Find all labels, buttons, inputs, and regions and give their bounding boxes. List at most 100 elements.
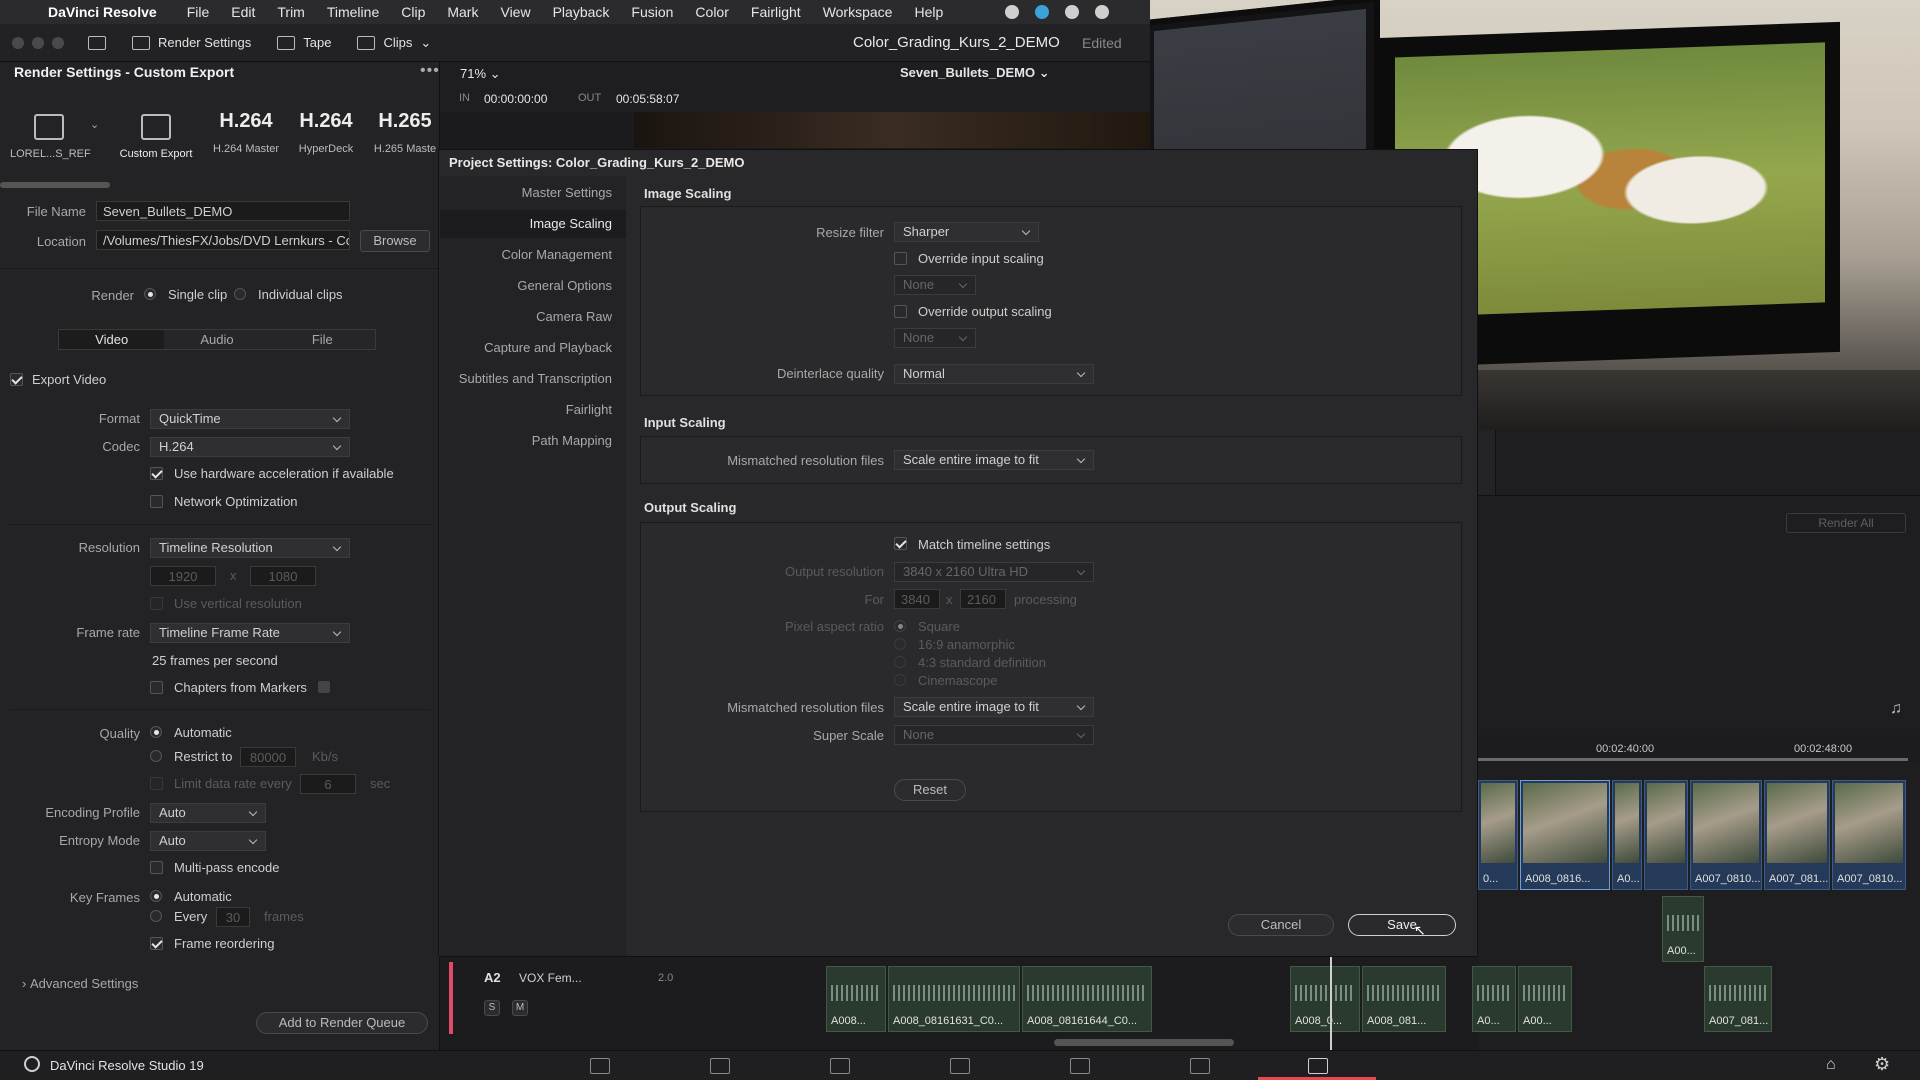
preset-h264-master[interactable]: H.264 H.264 Master — [208, 110, 284, 155]
advanced-settings-toggle[interactable]: › Advanced Settings — [22, 976, 138, 991]
override-output-dropdown[interactable]: None — [894, 328, 976, 348]
menu-file[interactable]: File — [187, 4, 210, 20]
minimize-window-icon[interactable] — [32, 36, 44, 49]
file-name-input[interactable]: Seven_Bullets_DEMO — [96, 201, 350, 221]
nav-color-management[interactable]: Color Management — [440, 241, 626, 269]
gear-icon[interactable]: ⚙ — [1874, 1054, 1890, 1075]
menu-mark[interactable]: Mark — [447, 4, 478, 20]
playhead[interactable] — [1330, 950, 1332, 1050]
quality-automatic-radio[interactable] — [150, 726, 162, 738]
vertical-resolution-checkbox[interactable] — [150, 597, 163, 610]
hw-accel-checkbox[interactable] — [150, 467, 163, 480]
chevron-down-icon[interactable]: ⌄ — [90, 118, 99, 131]
encoding-profile-dropdown[interactable]: Auto — [150, 803, 266, 823]
par-sd-radio[interactable] — [894, 656, 906, 668]
save-button[interactable]: Save — [1348, 914, 1456, 936]
video-clip[interactable] — [1644, 780, 1688, 890]
preset-scrollbar[interactable] — [0, 182, 110, 188]
audio-clip[interactable]: A008_08161631_C0... — [888, 966, 1020, 1032]
preset-hyperdeck[interactable]: H.264 HyperDeck — [290, 110, 362, 155]
chapters-checkbox[interactable] — [150, 681, 163, 694]
menu-edit[interactable]: Edit — [231, 4, 255, 20]
limit-rate-checkbox[interactable] — [150, 777, 163, 790]
nav-path-mapping[interactable]: Path Mapping — [440, 427, 626, 455]
nav-general-options[interactable]: General Options — [440, 272, 626, 300]
menu-workspace[interactable]: Workspace — [823, 4, 893, 20]
frame-rate-dropdown[interactable]: Timeline Frame Rate — [150, 623, 350, 643]
nav-image-scaling[interactable]: Image Scaling — [440, 210, 626, 238]
reset-button[interactable]: Reset — [894, 779, 966, 801]
nav-subtitles-transcription[interactable]: Subtitles and Transcription — [440, 365, 626, 393]
search-icon[interactable] — [1035, 5, 1050, 19]
codec-dropdown[interactable]: H.264 — [150, 437, 350, 457]
limit-value-input[interactable]: 6 — [300, 774, 356, 794]
menu-view[interactable]: View — [500, 4, 530, 20]
frame-reordering-checkbox[interactable] — [150, 937, 163, 950]
preset-lorel[interactable]: LOREL...S_REF — [10, 110, 91, 160]
output-resolution-dropdown[interactable]: 3840 x 2160 Ultra HD — [894, 562, 1094, 582]
solo-button[interactable]: S — [484, 1000, 500, 1016]
color-page-icon[interactable] — [1070, 1058, 1090, 1074]
preset-h265-master[interactable]: H.265 H.265 Maste — [370, 110, 440, 155]
menu-color[interactable]: Color — [695, 4, 728, 20]
audio-clip[interactable]: A0... — [1472, 966, 1516, 1032]
fusion-page-icon[interactable] — [950, 1058, 970, 1074]
tab-file[interactable]: File — [269, 330, 375, 349]
fairlight-page-icon[interactable] — [1190, 1058, 1210, 1074]
resize-filter-dropdown[interactable]: Sharper — [894, 222, 1039, 242]
input-mismatched-dropdown[interactable]: Scale entire image to fit — [894, 450, 1094, 470]
entropy-mode-dropdown[interactable]: Auto — [150, 831, 266, 851]
for-height-input[interactable]: 2160 — [960, 589, 1006, 609]
deinterlace-dropdown[interactable]: Normal — [894, 364, 1094, 384]
restrict-value-input[interactable]: 80000 — [240, 747, 296, 767]
video-clip[interactable]: 0... — [1478, 780, 1518, 890]
menu-playback[interactable]: Playback — [553, 4, 610, 20]
resolution-dropdown[interactable]: Timeline Resolution — [150, 538, 350, 558]
menu-fairlight[interactable]: Fairlight — [751, 4, 801, 20]
close-window-icon[interactable] — [12, 36, 24, 49]
menu-fusion[interactable]: Fusion — [631, 4, 673, 20]
video-clip[interactable]: A0... — [1612, 780, 1642, 890]
override-input-dropdown[interactable]: None — [894, 275, 976, 295]
video-clip[interactable]: A007_081... — [1764, 780, 1830, 890]
audio-clip[interactable]: A00... — [1662, 896, 1704, 962]
menu-clip[interactable]: Clip — [401, 4, 425, 20]
browse-button[interactable]: Browse — [360, 230, 430, 252]
multipass-checkbox[interactable] — [150, 861, 163, 874]
clips-button[interactable]: Clips ⌄ — [357, 35, 431, 51]
cut-page-icon[interactable] — [710, 1058, 730, 1074]
edit-page-icon[interactable] — [830, 1058, 850, 1074]
audio-clip[interactable]: A008... — [826, 966, 886, 1032]
add-to-render-queue-button[interactable]: Add to Render Queue — [256, 1012, 428, 1034]
send-icon[interactable] — [1095, 5, 1110, 19]
override-input-checkbox[interactable] — [894, 252, 907, 265]
nav-fairlight[interactable]: Fairlight — [440, 396, 626, 424]
render-all-button[interactable]: Render All — [1786, 513, 1906, 533]
nav-capture-playback[interactable]: Capture and Playback — [440, 334, 626, 362]
marker-color-icon[interactable] — [318, 681, 330, 693]
par-cinemascope-radio[interactable] — [894, 674, 906, 686]
individual-clips-radio[interactable] — [234, 288, 246, 300]
par-anamorphic-radio[interactable] — [894, 638, 906, 650]
keyframes-automatic-radio[interactable] — [150, 890, 162, 902]
music-note-icon[interactable]: ♫ — [1890, 700, 1902, 718]
menu-timeline[interactable]: Timeline — [327, 4, 379, 20]
video-clip[interactable]: A007_0810... — [1832, 780, 1906, 890]
preset-custom-export[interactable]: Custom Export — [112, 110, 200, 160]
timeline-selector[interactable]: Seven_Bullets_DEMO ⌄ — [900, 65, 1050, 81]
app-name-menu[interactable]: DaVinci Resolve — [48, 4, 157, 20]
settings-icon[interactable] — [1065, 5, 1080, 19]
monitor-icon-button[interactable] — [88, 35, 106, 50]
restrict-to-radio[interactable] — [150, 750, 162, 762]
timeline-scrollbar[interactable] — [1054, 1039, 1234, 1046]
record-icon[interactable] — [1005, 5, 1020, 19]
audio-clip[interactable]: A008_0... — [1290, 966, 1360, 1032]
output-mismatched-dropdown[interactable]: Scale entire image to fit — [894, 697, 1094, 717]
media-page-icon[interactable] — [590, 1058, 610, 1074]
keyframes-every-radio[interactable] — [150, 910, 162, 922]
nav-master-settings[interactable]: Master Settings — [440, 179, 626, 207]
tab-audio[interactable]: Audio — [164, 330, 270, 349]
match-timeline-checkbox[interactable] — [894, 537, 907, 550]
home-icon[interactable]: ⌂ — [1826, 1056, 1836, 1074]
export-video-checkbox[interactable] — [10, 373, 23, 386]
